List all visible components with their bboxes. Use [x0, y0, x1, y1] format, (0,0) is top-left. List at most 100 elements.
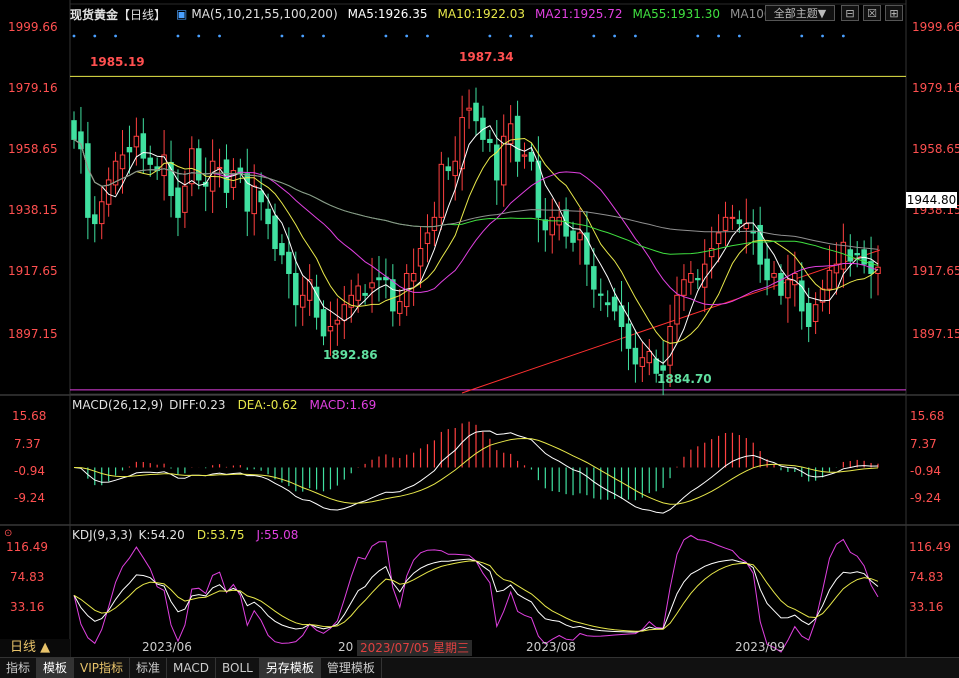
candle-body — [632, 347, 639, 365]
candle-body — [78, 131, 84, 150]
tick-label: 1979.16 — [912, 81, 959, 95]
kdj-d: D:53.75 — [196, 528, 245, 542]
tick-label: -0.94 — [910, 464, 941, 478]
candle-body — [660, 365, 666, 371]
signal-dot — [737, 34, 741, 38]
candle-body — [175, 187, 181, 218]
indicator-icon[interactable]: ▣ — [176, 7, 187, 21]
candle-body — [299, 294, 306, 308]
minus-icon[interactable]: ⊟ — [841, 5, 859, 21]
signal-dot — [384, 34, 388, 38]
last-price-tag: 1944.80 — [906, 192, 957, 208]
high-annotation-2: 1987.34 — [459, 50, 514, 64]
price-axis-right: 1999.66 1979.16 1958.65 1938.15 1917.65 … — [912, 20, 959, 341]
candle-body — [695, 277, 701, 281]
candle-body — [826, 269, 833, 290]
candle-body — [854, 253, 860, 256]
candle-body — [847, 249, 854, 262]
signal-dot — [426, 34, 429, 38]
candle-body — [785, 279, 791, 299]
candle-body — [549, 216, 555, 236]
macd-axis: 15.68 7.37 -0.94 -9.24 15.68 7.37 -0.94 … — [12, 409, 944, 505]
x-tick-label: 2023/09 — [735, 640, 785, 654]
candle-body — [355, 285, 361, 301]
tick-label: 1917.65 — [8, 264, 58, 278]
kdj-settings-icon[interactable]: ⊙ — [4, 528, 12, 539]
candle-body — [133, 135, 140, 148]
candle-body — [196, 148, 202, 181]
macd-label: MACD(26,12,9) — [72, 398, 164, 412]
tab-save-template[interactable]: 另存模板 — [259, 658, 321, 678]
price-axis-left: 1999.66 1979.16 1958.65 1938.15 1917.65 … — [8, 20, 58, 341]
moving-average-lines — [73, 125, 879, 364]
add-icon[interactable]: ⊞ — [885, 5, 903, 21]
tab-macd[interactable]: MACD — [167, 658, 217, 678]
signal-dot — [592, 34, 596, 38]
candlestick-series — [71, 87, 881, 396]
candle-body — [140, 133, 147, 159]
ma55-value: MA55:1931.30 — [632, 7, 721, 21]
close-icon[interactable]: ☒ — [863, 5, 881, 21]
candle-body — [272, 215, 278, 250]
candle-body — [286, 251, 292, 274]
candle-body — [431, 216, 438, 231]
tab-vip-indicator[interactable]: VIP指标 — [74, 658, 131, 678]
kdj-header: KDJ(9,3,3) K:54.20 D:53.75 J:55.08 — [72, 528, 298, 542]
candle-body — [681, 279, 687, 296]
x-tick-label: 2023/06 — [142, 640, 192, 654]
tab-manage-template[interactable]: 管理模板 — [321, 658, 382, 678]
signal-dot — [509, 34, 513, 38]
kdj-d-line — [73, 560, 879, 632]
candle-body — [230, 170, 237, 188]
tab-template[interactable]: 模板 — [37, 658, 75, 678]
candle-body — [168, 161, 174, 197]
tab-standard[interactable]: 标准 — [130, 658, 168, 678]
tick-label: 15.68 — [910, 409, 944, 423]
candle-body — [715, 232, 722, 245]
crosshair-date-tip: 2023/07/05 星期三 — [357, 640, 472, 656]
tick-label: 116.49 — [6, 540, 48, 554]
candle-body — [598, 293, 604, 296]
tick-label: 1897.15 — [912, 327, 959, 341]
candle-body — [182, 185, 188, 213]
candle-body — [805, 302, 812, 328]
candle-body — [98, 201, 105, 225]
candle-body — [570, 230, 576, 243]
candle-body — [390, 279, 396, 312]
signal-dot — [197, 34, 201, 38]
tab-boll[interactable]: BOLL — [216, 658, 260, 678]
signal-dot — [717, 34, 720, 38]
ma21-value: MA21:1925.72 — [535, 7, 623, 21]
period-label: 【日线】 — [118, 7, 167, 22]
candle-body — [369, 282, 375, 289]
gold-daily-chart[interactable]: 1999.66 1979.16 1958.65 1938.15 1917.65 … — [0, 0, 959, 677]
ma10-value: MA10:1922.03 — [437, 7, 526, 21]
signal-dot — [301, 34, 305, 38]
tick-label: 1999.66 — [8, 20, 58, 34]
candle-body — [341, 304, 348, 321]
candle-body — [279, 243, 285, 256]
ma21-line — [73, 138, 879, 306]
kdj-label: KDJ(9,3,3) — [72, 528, 133, 542]
candle-body — [771, 272, 777, 278]
theme-dropdown[interactable]: 全部主题▼ — [765, 5, 835, 21]
candle-body — [189, 148, 195, 185]
candle-body — [688, 272, 694, 283]
candle-body — [542, 219, 549, 231]
candle-body — [126, 146, 133, 153]
macd-panel — [73, 421, 879, 514]
ma100-line — [73, 138, 879, 250]
tick-label: 1897.15 — [8, 327, 58, 341]
candle-body — [376, 277, 382, 281]
macd-value: MACD:1.69 — [309, 398, 377, 412]
tick-label: -9.24 — [14, 491, 45, 505]
candle-body — [736, 219, 743, 225]
candle-body — [764, 258, 770, 281]
tick-label: 15.68 — [12, 409, 46, 423]
tab-indicator[interactable]: 指标 — [0, 658, 38, 678]
tick-label: 7.37 — [14, 437, 41, 451]
period-selector[interactable]: 日线 ▲ — [0, 639, 70, 657]
ma-params: MA(5,10,21,55,100,200) — [191, 7, 338, 21]
candle-body — [452, 160, 458, 177]
tick-label: 33.16 — [909, 600, 943, 614]
